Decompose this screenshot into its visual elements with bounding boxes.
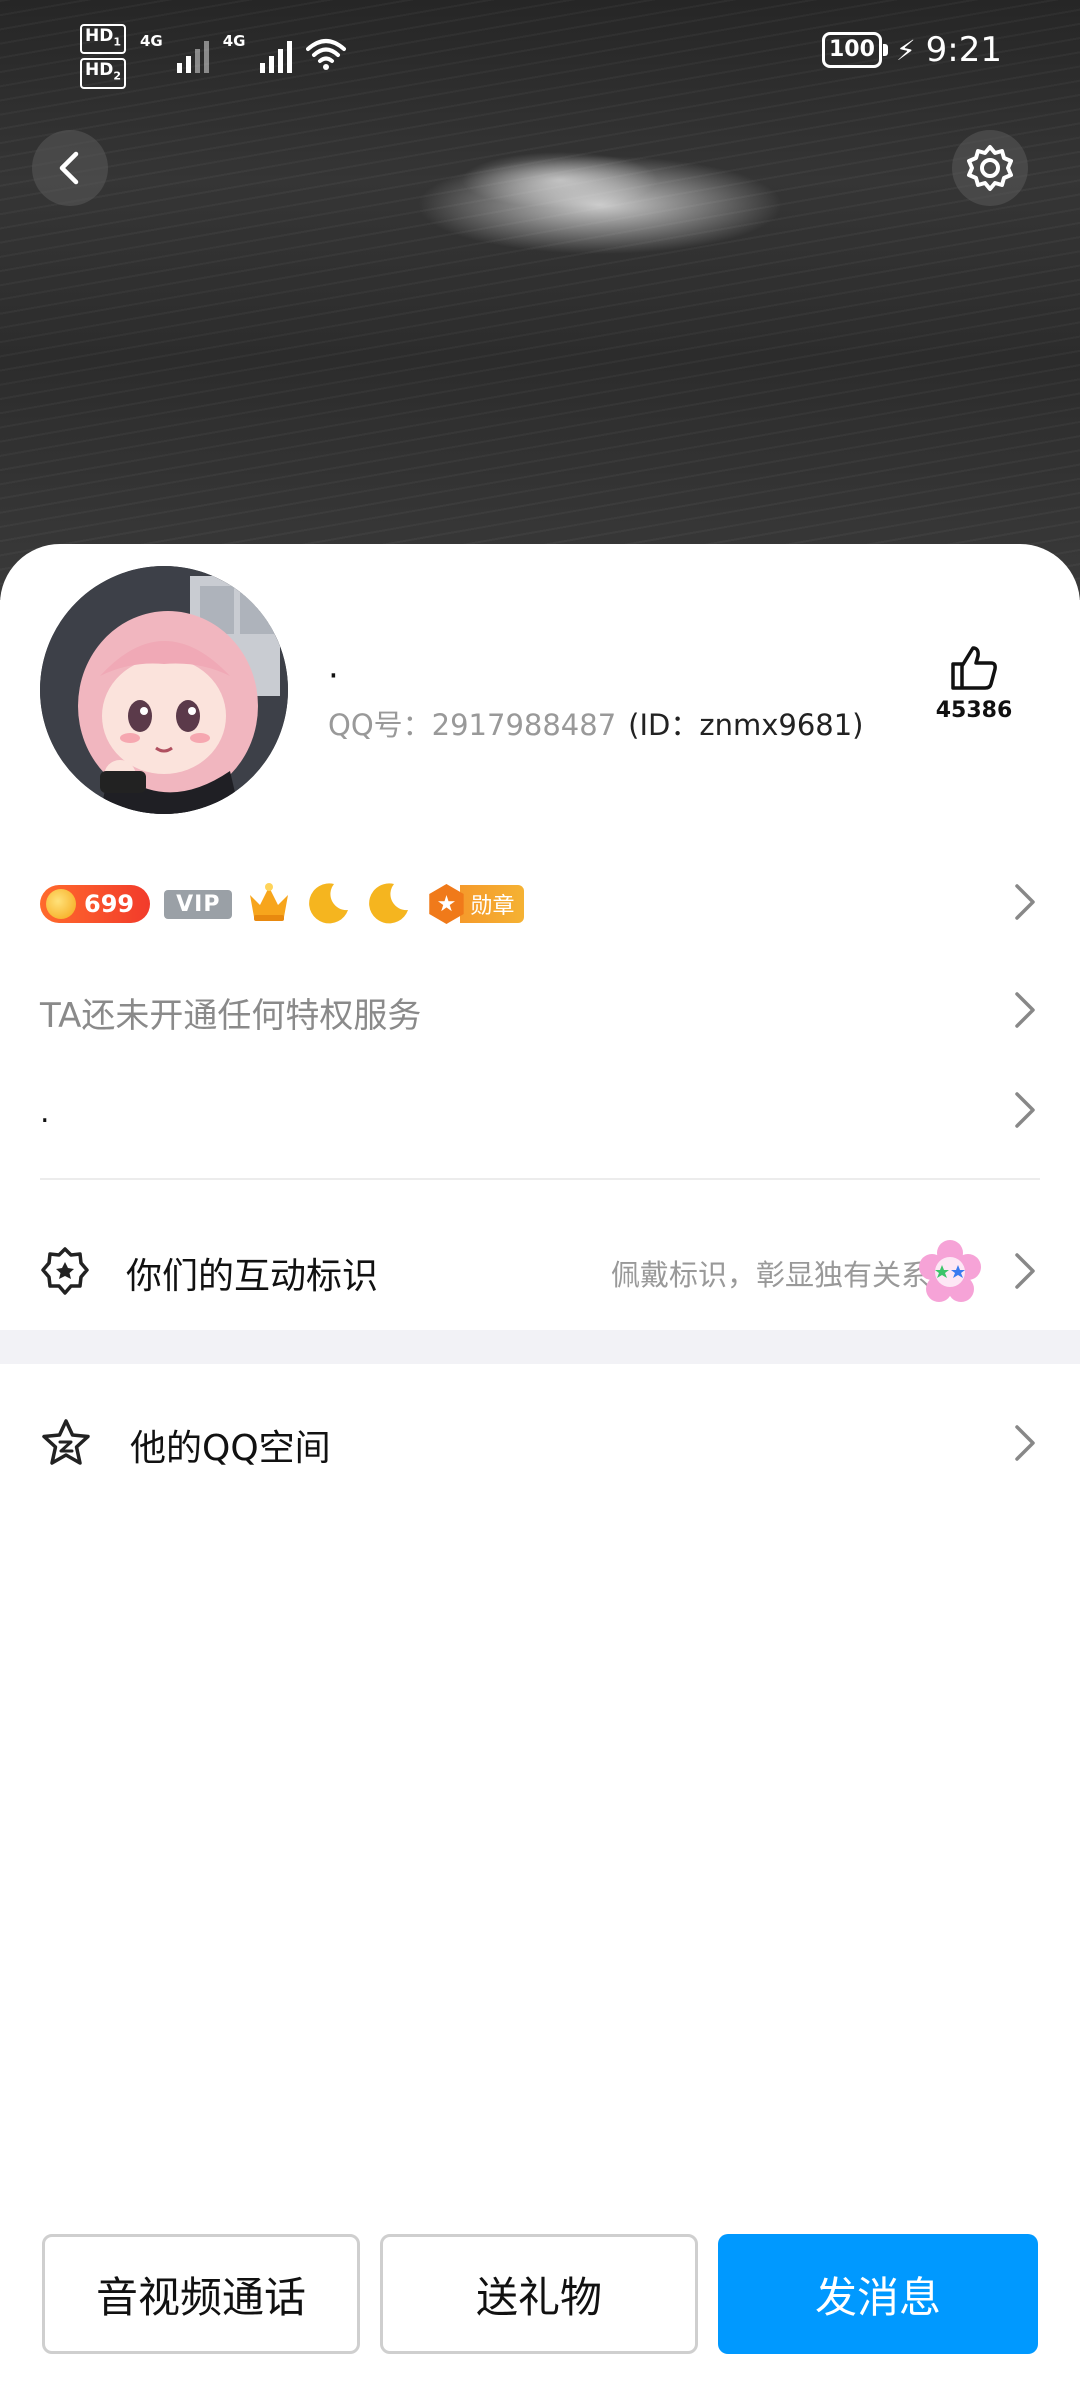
like-button[interactable]: 45386 bbox=[930, 644, 1018, 723]
moon-icon bbox=[306, 880, 352, 928]
video-call-button[interactable]: 音视频通话 bbox=[42, 2234, 360, 2354]
nickname: · bbox=[328, 656, 339, 696]
qq-id-label: (ID：znmx9681) bbox=[628, 708, 864, 742]
signal-icon-2 bbox=[259, 39, 292, 74]
thumbs-up-icon bbox=[951, 646, 997, 690]
cover-image: HD1 HD2 4G 4G 100 ⚡ 9:21 bbox=[0, 0, 1080, 600]
signature-row[interactable]: . bbox=[40, 1076, 1040, 1148]
qq-number-label: QQ号：2917988487 bbox=[328, 708, 617, 742]
status-bar: HD1 HD2 4G 4G 100 ⚡ 9:21 bbox=[0, 0, 1080, 110]
send-message-button[interactable]: 发消息 bbox=[718, 2234, 1038, 2354]
chevron-right-icon bbox=[1014, 883, 1036, 925]
medal-badge: ★ 勋章 bbox=[426, 884, 525, 924]
moon-icon-2 bbox=[366, 880, 412, 928]
level-badge: 699 bbox=[40, 885, 151, 923]
signal-icon bbox=[176, 39, 209, 74]
chevron-left-icon bbox=[59, 151, 79, 185]
chevron-right-icon bbox=[1014, 1091, 1036, 1133]
profile-card: · QQ号：2917988487 (ID：znmx9681) 45386 699 … bbox=[0, 544, 1080, 2400]
status-right: 100 ⚡ 9:21 bbox=[821, 30, 1002, 70]
wifi-icon bbox=[305, 37, 346, 75]
like-count: 45386 bbox=[935, 698, 1013, 723]
privilege-text: TA还未开通任何特权服务 bbox=[40, 995, 422, 1036]
badge-star-icon bbox=[40, 1246, 90, 1300]
signature-text: . bbox=[40, 1094, 50, 1130]
avatar[interactable] bbox=[40, 566, 288, 814]
back-button[interactable] bbox=[32, 130, 108, 206]
chevron-right-icon bbox=[1014, 991, 1036, 1033]
charging-icon: ⚡ bbox=[895, 33, 916, 67]
settings-button[interactable] bbox=[952, 130, 1028, 206]
hd-indicators: HD1 HD2 bbox=[80, 24, 126, 89]
qzone-star-icon bbox=[40, 1418, 92, 1472]
badge-row[interactable]: 699 VIP ★ 勋章 bbox=[40, 874, 1040, 934]
battery-icon: 100 bbox=[821, 32, 888, 68]
vip-badge: VIP bbox=[164, 889, 233, 919]
qzone-label: 他的QQ空间 bbox=[130, 1428, 331, 1469]
privilege-row[interactable]: TA还未开通任何特权服务 bbox=[40, 976, 1040, 1048]
sun-icon bbox=[46, 889, 76, 919]
hd-badge-2: HD2 bbox=[80, 58, 126, 89]
hd-badge-1: HD1 bbox=[80, 24, 126, 55]
crown-icon bbox=[246, 881, 292, 927]
network-type-1: 4G bbox=[140, 32, 163, 50]
chevron-right-icon bbox=[1014, 1252, 1036, 1294]
send-gift-button[interactable]: 送礼物 bbox=[380, 2234, 698, 2354]
chevron-right-icon bbox=[1014, 1424, 1036, 1466]
divider bbox=[40, 1178, 1040, 1180]
network-type-2: 4G bbox=[222, 32, 246, 50]
section-separator bbox=[0, 1330, 1080, 1364]
clock: 9:21 bbox=[925, 30, 1002, 70]
qzone-row[interactable]: 他的QQ空间 bbox=[40, 1396, 1040, 1494]
interaction-marker-row[interactable]: 你们的互动标识 佩戴标识，彰显独有关系 bbox=[40, 1224, 1040, 1322]
flower-icon bbox=[918, 1239, 982, 1307]
interaction-title: 你们的互动标识 bbox=[126, 1256, 379, 1297]
qq-number[interactable]: QQ号：2917988487 (ID：znmx9681) bbox=[328, 702, 864, 744]
interaction-hint: 佩戴标识，彰显独有关系 bbox=[610, 1258, 930, 1292]
gear-icon bbox=[967, 145, 1013, 191]
status-left: HD1 HD2 4G 4G bbox=[80, 24, 346, 89]
